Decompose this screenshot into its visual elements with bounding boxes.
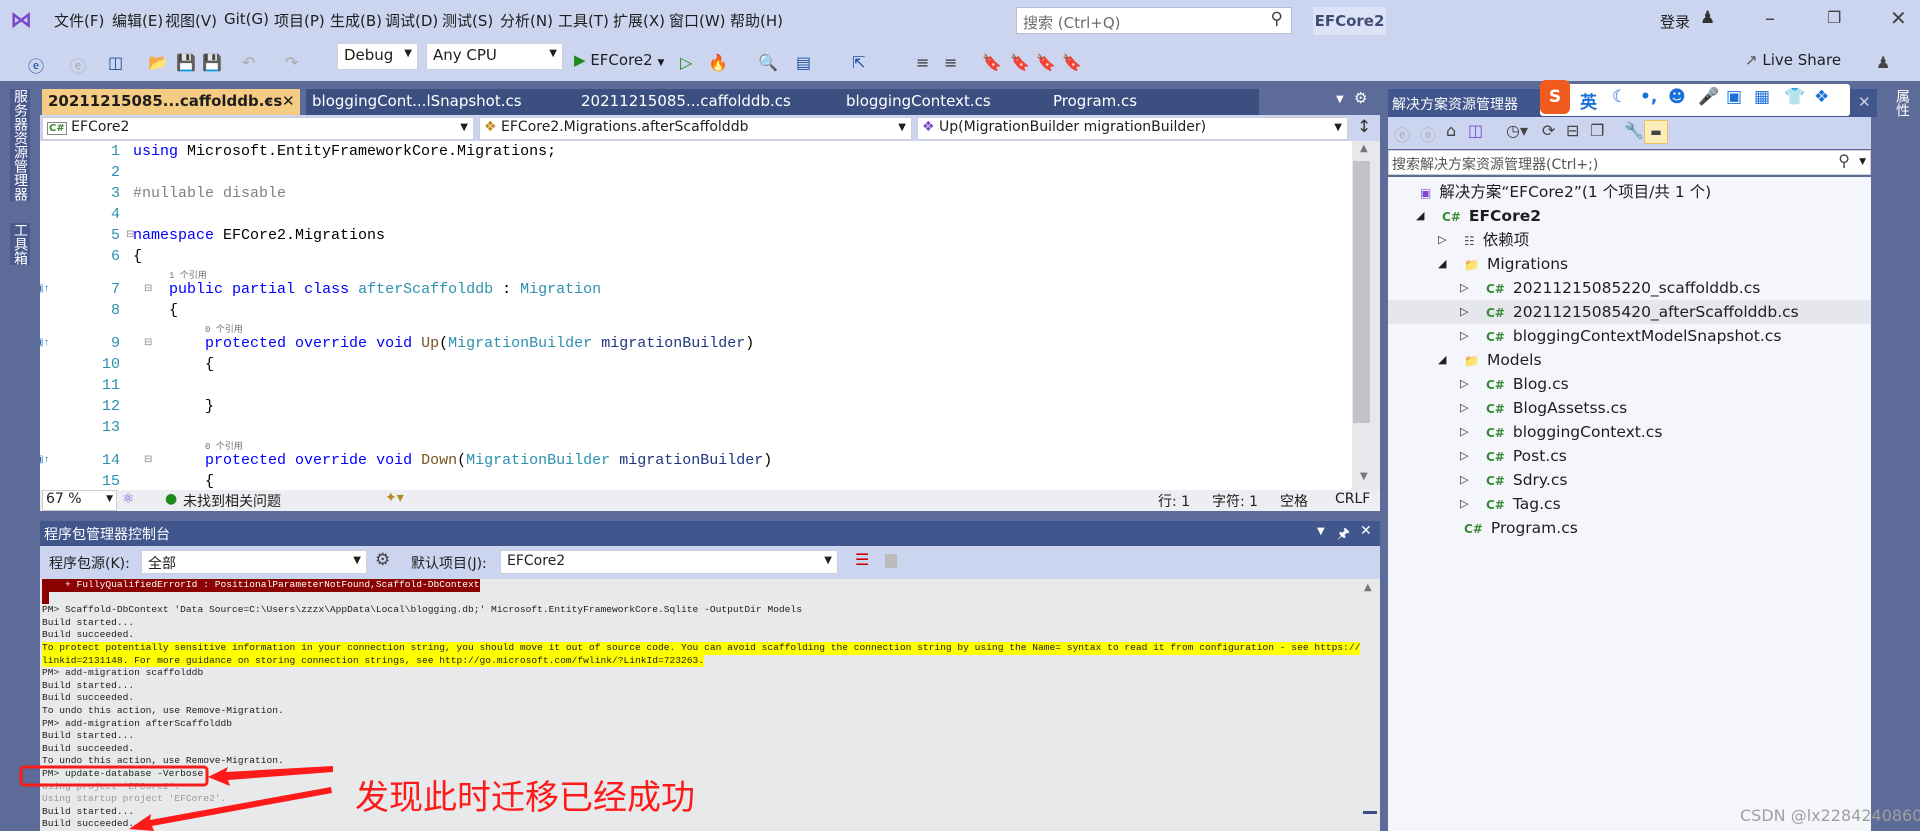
watermark: CSDN @lx2284240860 <box>1740 806 1920 825</box>
highlight-box <box>19 765 209 787</box>
arrow-to-command <box>208 766 333 786</box>
arrow-to-build-succeeded <box>129 787 332 831</box>
annotation-overlay <box>19 765 333 831</box>
annotation-text: 发现此时迁移已经成功 <box>355 778 695 818</box>
